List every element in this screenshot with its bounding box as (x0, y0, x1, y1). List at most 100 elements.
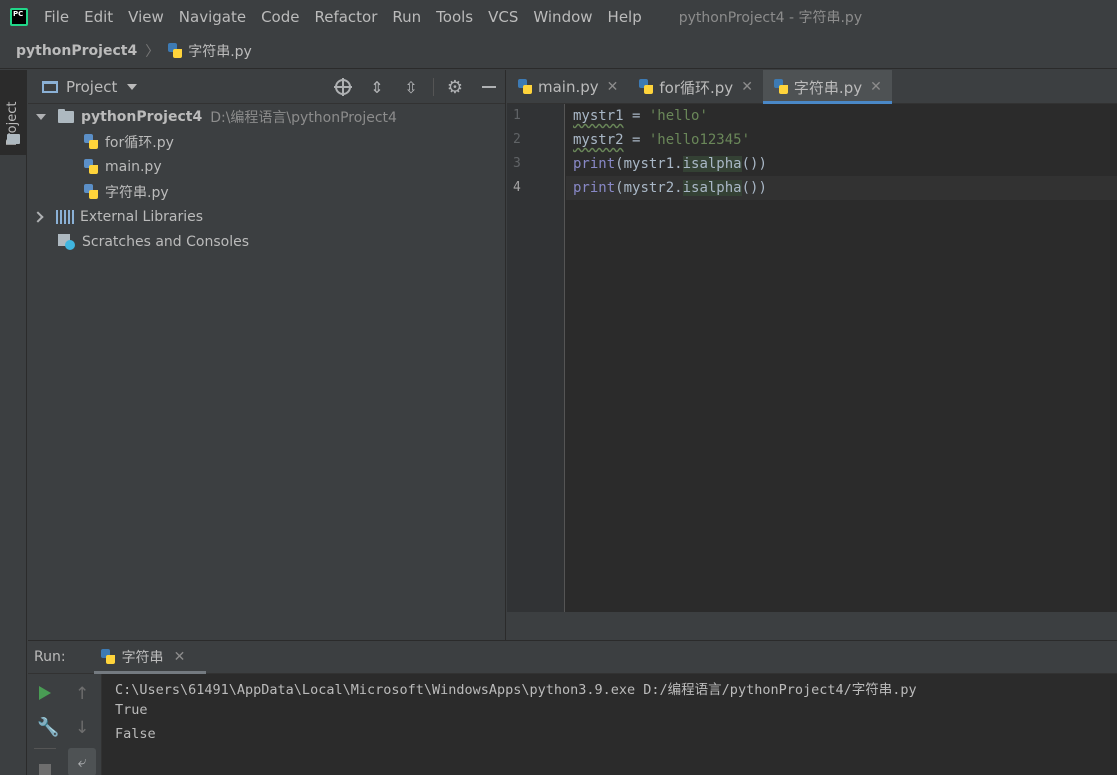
left-tool-strip: Project (0, 70, 27, 775)
line-number-gutter[interactable]: 1 2 3 4 (507, 104, 565, 612)
arrow-down-icon[interactable]: ↓ (75, 718, 89, 738)
console-line: True (115, 702, 148, 718)
project-view-icon (42, 80, 58, 93)
menu-code[interactable]: Code (261, 8, 299, 26)
close-icon[interactable]: ✕ (870, 79, 882, 95)
code-variable: mystr2 (573, 132, 624, 148)
tree-file-label: 字符串.py (105, 184, 169, 201)
project-view-selector[interactable]: Project (66, 78, 117, 96)
python-file-icon (517, 79, 533, 95)
python-file-icon (638, 79, 654, 95)
code-builtin: print (573, 156, 616, 172)
console-line: False (115, 726, 156, 742)
breadcrumb-file[interactable]: 字符串.py (188, 41, 252, 61)
code-builtin: print (573, 180, 616, 196)
code-close: ()) (741, 180, 767, 196)
tree-row-file[interactable]: 字符串.py (83, 179, 169, 204)
locate-file-icon[interactable] (334, 78, 352, 96)
python-file-icon (83, 183, 99, 200)
python-file-icon (83, 133, 99, 150)
code-args: (mystr1. (615, 156, 683, 172)
menu-navigate[interactable]: Navigate (179, 8, 246, 26)
code-operator: = (623, 108, 649, 124)
tab-main-py[interactable]: main.py ✕ (507, 70, 628, 104)
hide-panel-icon[interactable] (480, 78, 498, 96)
tree-file-label: main.py (105, 158, 162, 175)
code-editor[interactable]: 1 2 3 4 mystr1 = 'hello' mystr2 = 'hello… (507, 104, 1117, 612)
menu-refactor[interactable]: Refactor (314, 8, 377, 26)
collapse-all-icon[interactable]: ⇳ (402, 78, 420, 97)
close-icon[interactable]: ✕ (174, 649, 186, 665)
close-icon[interactable]: ✕ (741, 79, 753, 95)
chevron-right-icon[interactable] (32, 210, 44, 223)
code-string: 'hello' (648, 108, 708, 124)
breadcrumb: pythonProject4 〉 字符串.py (0, 33, 1117, 69)
arrow-up-icon[interactable]: ↑ (75, 684, 89, 704)
close-icon[interactable]: ✕ (607, 79, 619, 95)
expand-all-icon[interactable]: ⇕ (368, 78, 386, 97)
code-line[interactable]: print(mystr2.isalpha()) (573, 176, 767, 200)
scratches-label: Scratches and Consoles (82, 233, 249, 250)
tree-row-project-root[interactable]: pythonProject4 D:\编程语言\pythonProject4 (36, 104, 397, 129)
tree-row-file[interactable]: for循环.py (83, 129, 174, 154)
line-number: 2 (513, 132, 521, 147)
library-icon (56, 209, 74, 224)
scratches-icon (58, 233, 76, 250)
project-tool-window-tab[interactable]: Project (0, 70, 27, 155)
project-panel-header: Project ⇕ ⇳ ⚙ (28, 70, 505, 104)
code-operator: = (623, 132, 649, 148)
toolbar-separator (433, 78, 434, 96)
tab-label: main.py (538, 78, 599, 96)
breadcrumb-separator: 〉 (145, 43, 160, 60)
chevron-down-icon[interactable] (36, 113, 46, 120)
code-line[interactable]: mystr1 = 'hello' (573, 104, 708, 128)
menu-bar: PC File Edit View Navigate Code Refactor… (0, 0, 1117, 33)
run-toolbar: 🔧 (28, 674, 62, 775)
gear-icon[interactable]: ⚙ (446, 77, 464, 98)
breadcrumb-project[interactable]: pythonProject4 (16, 43, 137, 59)
tree-row-scratches[interactable]: Scratches and Consoles (58, 229, 249, 254)
code-variable: mystr1 (573, 108, 624, 124)
python-run-icon (100, 649, 116, 665)
menu-vcs[interactable]: VCS (488, 8, 518, 26)
code-string: 'hello12345' (648, 132, 751, 148)
chevron-down-icon[interactable] (127, 83, 138, 90)
menu-help[interactable]: Help (608, 8, 642, 26)
project-root-name: pythonProject4 (81, 108, 203, 125)
tab-for-loop-py[interactable]: for循环.py ✕ (628, 70, 763, 104)
run-tab-label: 字符串 (121, 650, 164, 666)
code-close: ()) (741, 156, 767, 172)
line-number: 3 (513, 156, 521, 171)
editor-footer (507, 612, 1117, 640)
project-root-path: D:\编程语言\pythonProject4 (210, 109, 397, 126)
soft-wrap-icon[interactable]: ⤶ (68, 748, 96, 775)
tree-row-file[interactable]: main.py (83, 154, 162, 179)
menu-run[interactable]: Run (392, 8, 421, 26)
menu-tools[interactable]: Tools (436, 8, 473, 26)
tree-row-external-libraries[interactable]: External Libraries (32, 204, 203, 229)
code-line[interactable]: mystr2 = 'hello12345' (573, 128, 750, 152)
code-method: isalpha (682, 156, 742, 172)
external-libraries-label: External Libraries (80, 208, 203, 225)
menu-file[interactable]: File (44, 8, 69, 26)
menu-window[interactable]: Window (533, 8, 592, 26)
python-file-icon (167, 42, 183, 59)
run-toolbar-secondary: ↑ ↓ ⤶ (62, 674, 102, 775)
tab-label: for循环.py (659, 78, 734, 97)
window-title: pythonProject4 - 字符串.py (678, 9, 863, 26)
menu-view[interactable]: View (128, 8, 164, 26)
run-panel-header: Run: 字符串 ✕ (28, 640, 1117, 674)
rerun-icon[interactable] (39, 686, 51, 700)
wrench-icon[interactable]: 🔧 (37, 717, 59, 738)
line-number: 4 (513, 180, 521, 195)
folder-icon (7, 134, 20, 144)
python-file-icon (83, 158, 99, 175)
toolbar-separator (34, 748, 56, 749)
run-tab[interactable]: 字符串 ✕ (93, 641, 206, 674)
tab-string-py[interactable]: 字符串.py ✕ (762, 70, 892, 104)
code-line[interactable]: print(mystr1.isalpha()) (573, 152, 767, 176)
menu-edit[interactable]: Edit (84, 8, 113, 26)
code-method: isalpha (682, 180, 742, 196)
run-console[interactable]: C:\Users\61491\AppData\Local\Microsoft\W… (102, 674, 1117, 775)
stop-icon[interactable] (39, 764, 51, 775)
